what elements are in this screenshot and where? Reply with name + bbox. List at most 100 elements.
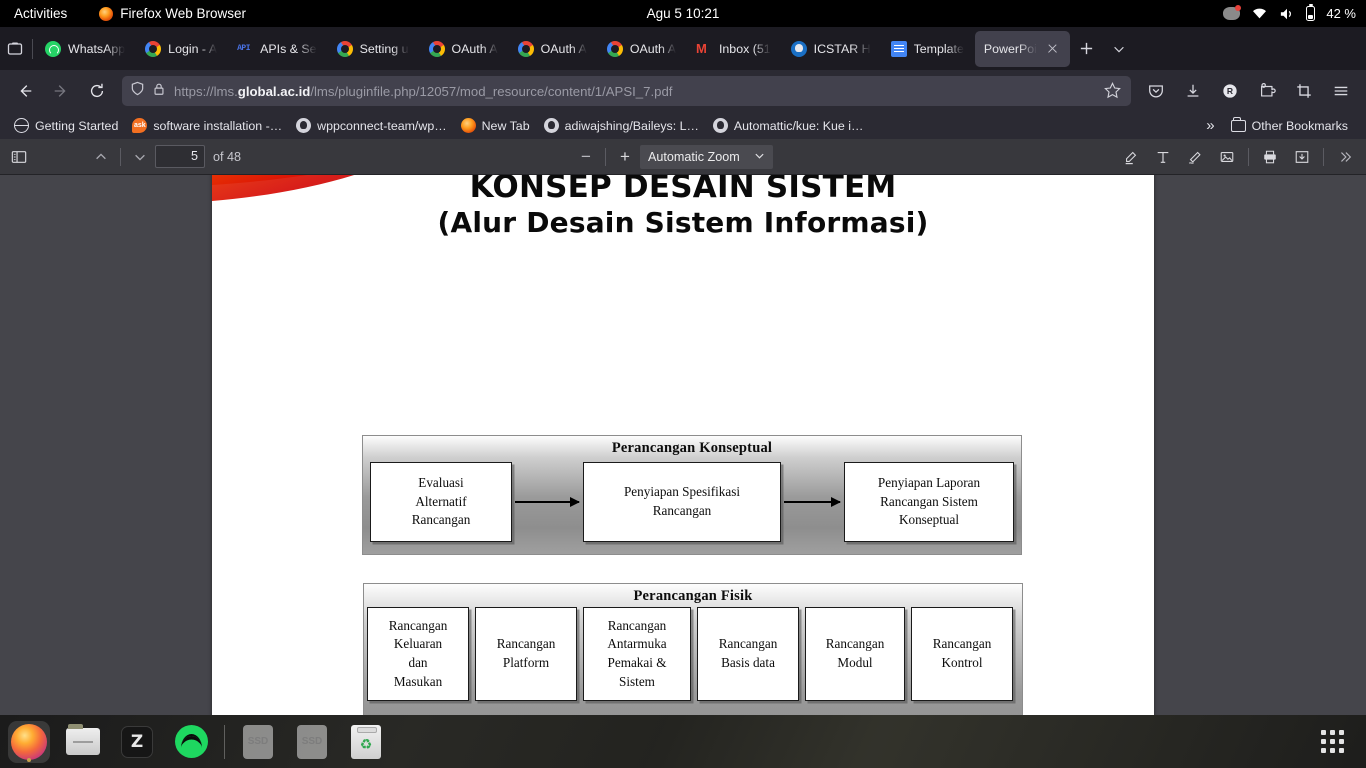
- url-bar-identity[interactable]: [130, 81, 174, 101]
- shield-icon[interactable]: [130, 81, 145, 101]
- other-bookmarks-folder[interactable]: Other Bookmarks: [1224, 116, 1355, 136]
- bookmark-new-tab[interactable]: New Tab: [454, 115, 537, 136]
- gnome-top-bar: Activities Firefox Web Browser Agu 5 10:…: [0, 0, 1366, 27]
- tab-oauth-3[interactable]: OAuth A: [598, 31, 685, 67]
- bookmark-star-icon[interactable]: [1103, 81, 1123, 101]
- battery-icon[interactable]: [1306, 3, 1316, 21]
- close-icon[interactable]: [1044, 40, 1061, 57]
- pdf-viewer-toolbar: 5 of 48 − + Automatic Zoom: [0, 139, 1366, 175]
- dock-item-ssd-2[interactable]: SSD: [291, 721, 333, 763]
- box-rancangan-basis-data: Rancangan Basis data: [697, 607, 799, 701]
- box-penyiapan-spesifikasi-rancangan: Penyiapan Spesifikasi Rancangan: [583, 462, 781, 542]
- zoom-out-button[interactable]: −: [571, 143, 601, 171]
- dock-item-zed[interactable]: Z: [116, 721, 158, 763]
- new-tab-button[interactable]: [1071, 33, 1103, 65]
- tab-label: WhatsApp: [68, 41, 126, 56]
- box-rancangan-keluaran-dan-masukan: Rancangan Keluaran dan Masukan: [367, 607, 469, 701]
- bookmark-kue[interactable]: Automattic/kue: Kue i…: [706, 115, 870, 136]
- divider: [1323, 147, 1324, 166]
- firefox-icon: [99, 6, 114, 21]
- lock-icon[interactable]: [152, 82, 166, 101]
- zoom-level-select[interactable]: Automatic Zoom: [640, 144, 773, 169]
- tab-powerpoint[interactable]: PowerPoi: [974, 30, 1070, 67]
- tab-inbox[interactable]: M Inbox (51: [687, 31, 780, 67]
- bookmark-getting-started[interactable]: Getting Started: [7, 115, 125, 136]
- bookmark-wppconnect[interactable]: wppconnect-team/wp…: [289, 115, 453, 136]
- list-all-tabs-icon[interactable]: [0, 27, 30, 70]
- drive-icon: SSD: [243, 724, 273, 759]
- box-rancangan-modul: Rancangan Modul: [805, 607, 905, 701]
- bookmark-software-installation[interactable]: ask software installation -…: [125, 115, 289, 136]
- gmail-icon: M: [695, 40, 707, 56]
- pdf-page-5: KONSEP DESAIN SISTEM (Alur Desain Sistem…: [212, 175, 1154, 715]
- previous-page-button[interactable]: [86, 143, 116, 171]
- chevron-down-icon: [754, 150, 765, 164]
- tab-label: Login - A: [168, 41, 218, 56]
- bookmark-label: Getting Started: [35, 118, 119, 133]
- slide-title-line1: KONSEP DESAIN SISTEM: [469, 175, 897, 205]
- spotify-icon: [174, 725, 208, 758]
- firefox-icon: [460, 118, 476, 133]
- sidebar-toggle-icon[interactable]: [4, 143, 34, 171]
- extensions-icon[interactable]: [1250, 75, 1284, 107]
- focused-app-indicator[interactable]: Firefox Web Browser: [99, 6, 246, 21]
- page-number-input[interactable]: 5: [155, 145, 205, 168]
- pocket-icon[interactable]: [1139, 75, 1173, 107]
- dock-item-spotify[interactable]: [170, 721, 212, 763]
- chevron-down-icon[interactable]: [1103, 33, 1135, 65]
- dock-item-files[interactable]: [62, 721, 104, 763]
- discord-icon[interactable]: [1223, 5, 1242, 20]
- print-icon[interactable]: [1255, 143, 1285, 171]
- image-icon[interactable]: [1212, 143, 1242, 171]
- zoom-in-button[interactable]: +: [610, 143, 640, 171]
- volume-icon[interactable]: [1279, 7, 1295, 21]
- downloads-icon[interactable]: [1176, 75, 1210, 107]
- slide-title-line2: (Alur Desain Sistem Informasi): [437, 206, 929, 239]
- highlight-icon[interactable]: [1116, 143, 1146, 171]
- tab-apis[interactable]: API APIs & Se: [228, 31, 325, 67]
- tab-label: ICSTAR H: [813, 41, 871, 56]
- divider: [1248, 147, 1249, 166]
- bookmarks-overflow-icon[interactable]: »: [1206, 117, 1214, 134]
- system-tray[interactable]: 42 %: [1223, 0, 1356, 27]
- dock-item-ssd-1[interactable]: SSD: [237, 721, 279, 763]
- next-page-button[interactable]: [125, 143, 155, 171]
- bookmark-baileys[interactable]: adiwajshing/Baileys: L…: [537, 115, 706, 136]
- tab-template[interactable]: Template: [882, 31, 973, 67]
- url-text[interactable]: https://lms.global.ac.id/lms/pluginfile.…: [174, 84, 1103, 99]
- text-icon[interactable]: [1148, 143, 1178, 171]
- back-button[interactable]: [8, 75, 42, 107]
- tab-login[interactable]: Login - A: [136, 31, 226, 67]
- pdf-viewer[interactable]: KONSEP DESAIN SISTEM (Alur Desain Sistem…: [0, 175, 1366, 715]
- dock-item-firefox[interactable]: [8, 720, 50, 763]
- show-applications-button[interactable]: [1321, 730, 1358, 753]
- dock-item-trash[interactable]: ♻: [345, 721, 387, 763]
- tab-label: PowerPoi: [983, 41, 1037, 56]
- draw-icon[interactable]: [1180, 143, 1210, 171]
- conceptual-design-heading: Perancangan Konseptual: [611, 440, 773, 456]
- taskbar-dock: Z SSD SSD ♻: [0, 715, 1366, 768]
- bookmark-label: New Tab: [481, 118, 530, 133]
- url-bar[interactable]: https://lms.global.ac.id/lms/pluginfile.…: [122, 76, 1131, 106]
- bookmark-label: wppconnect-team/wp…: [317, 118, 447, 133]
- google-docs-icon: [890, 40, 907, 57]
- dock-divider: [224, 724, 225, 759]
- activities-button[interactable]: Activities: [0, 6, 81, 21]
- tab-oauth-1[interactable]: OAuth A: [420, 31, 507, 67]
- more-tools-icon[interactable]: [1330, 143, 1360, 171]
- save-icon[interactable]: [1287, 143, 1317, 171]
- app-menu-icon[interactable]: [1324, 75, 1358, 107]
- tab-oauth-2[interactable]: OAuth A: [509, 31, 596, 67]
- tab-setting[interactable]: Setting u: [328, 31, 418, 67]
- google-icon: [428, 40, 445, 57]
- account-icon[interactable]: R: [1213, 75, 1247, 107]
- wifi-icon[interactable]: [1251, 7, 1268, 20]
- github-icon: [543, 118, 559, 133]
- tab-list: WhatsApp Login - A API APIs & Se Setting…: [35, 27, 1071, 70]
- forward-button[interactable]: [44, 75, 78, 107]
- tab-whatsapp[interactable]: WhatsApp: [36, 31, 134, 67]
- github-icon: [296, 118, 312, 133]
- tab-icstar[interactable]: ICSTAR H: [782, 31, 880, 67]
- reload-button[interactable]: [80, 75, 114, 107]
- screenshot-icon[interactable]: [1287, 75, 1321, 107]
